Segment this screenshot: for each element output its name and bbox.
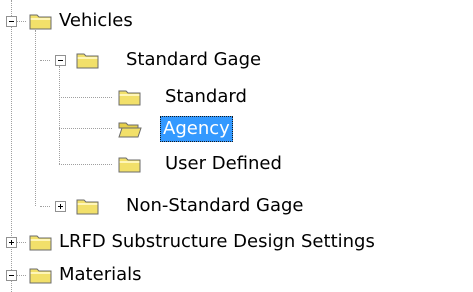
tree-item-standard[interactable]: Standard — [162, 84, 250, 110]
tree-view: Vehicles Standard Gage Standard Agency U… — [0, 0, 473, 292]
tree-item-non-standard-gage[interactable]: Non-Standard Gage — [123, 193, 306, 219]
materials-collapse-toggle[interactable] — [6, 270, 17, 281]
tree-line-standard-gage — [59, 66, 60, 164]
tree-item-agency[interactable]: Agency — [160, 116, 233, 142]
tree-hline-agency — [59, 128, 112, 129]
folder-icon — [118, 90, 141, 106]
tree-hline-standard — [59, 97, 112, 98]
tree-item-vehicles[interactable]: Vehicles — [56, 8, 136, 34]
tree-item-user-defined[interactable]: User Defined — [162, 151, 285, 177]
tree-item-standard-gage[interactable]: Standard Gage — [123, 47, 264, 73]
folder-icon — [76, 53, 99, 69]
folder-icon — [29, 235, 52, 251]
tree-line-root — [11, 0, 12, 292]
tree-line-vehicles — [35, 30, 36, 206]
tree-hline-lrfd — [16, 242, 26, 243]
tree-hline-vehicles — [16, 21, 26, 22]
tree-item-lrfd-substructure-design-settings[interactable]: LRFD Substructure Design Settings — [56, 229, 378, 255]
tree-hline-non-standard-gage — [40, 206, 50, 207]
folder-icon — [76, 199, 99, 215]
folder-icon — [29, 14, 52, 30]
tree-hline-standard-gage — [40, 60, 50, 61]
vehicles-collapse-toggle[interactable] — [6, 16, 17, 27]
tree-hline-materials — [16, 275, 26, 276]
folder-icon — [29, 268, 52, 284]
tree-hline-user-defined — [59, 164, 112, 165]
folder-icon — [118, 157, 141, 173]
lrfd-substructure-expand-toggle[interactable] — [6, 237, 17, 248]
tree-item-materials[interactable]: Materials — [56, 262, 145, 288]
standard-gage-collapse-toggle[interactable] — [55, 55, 66, 66]
non-standard-gage-expand-toggle[interactable] — [55, 201, 66, 212]
open-folder-icon — [118, 122, 142, 138]
